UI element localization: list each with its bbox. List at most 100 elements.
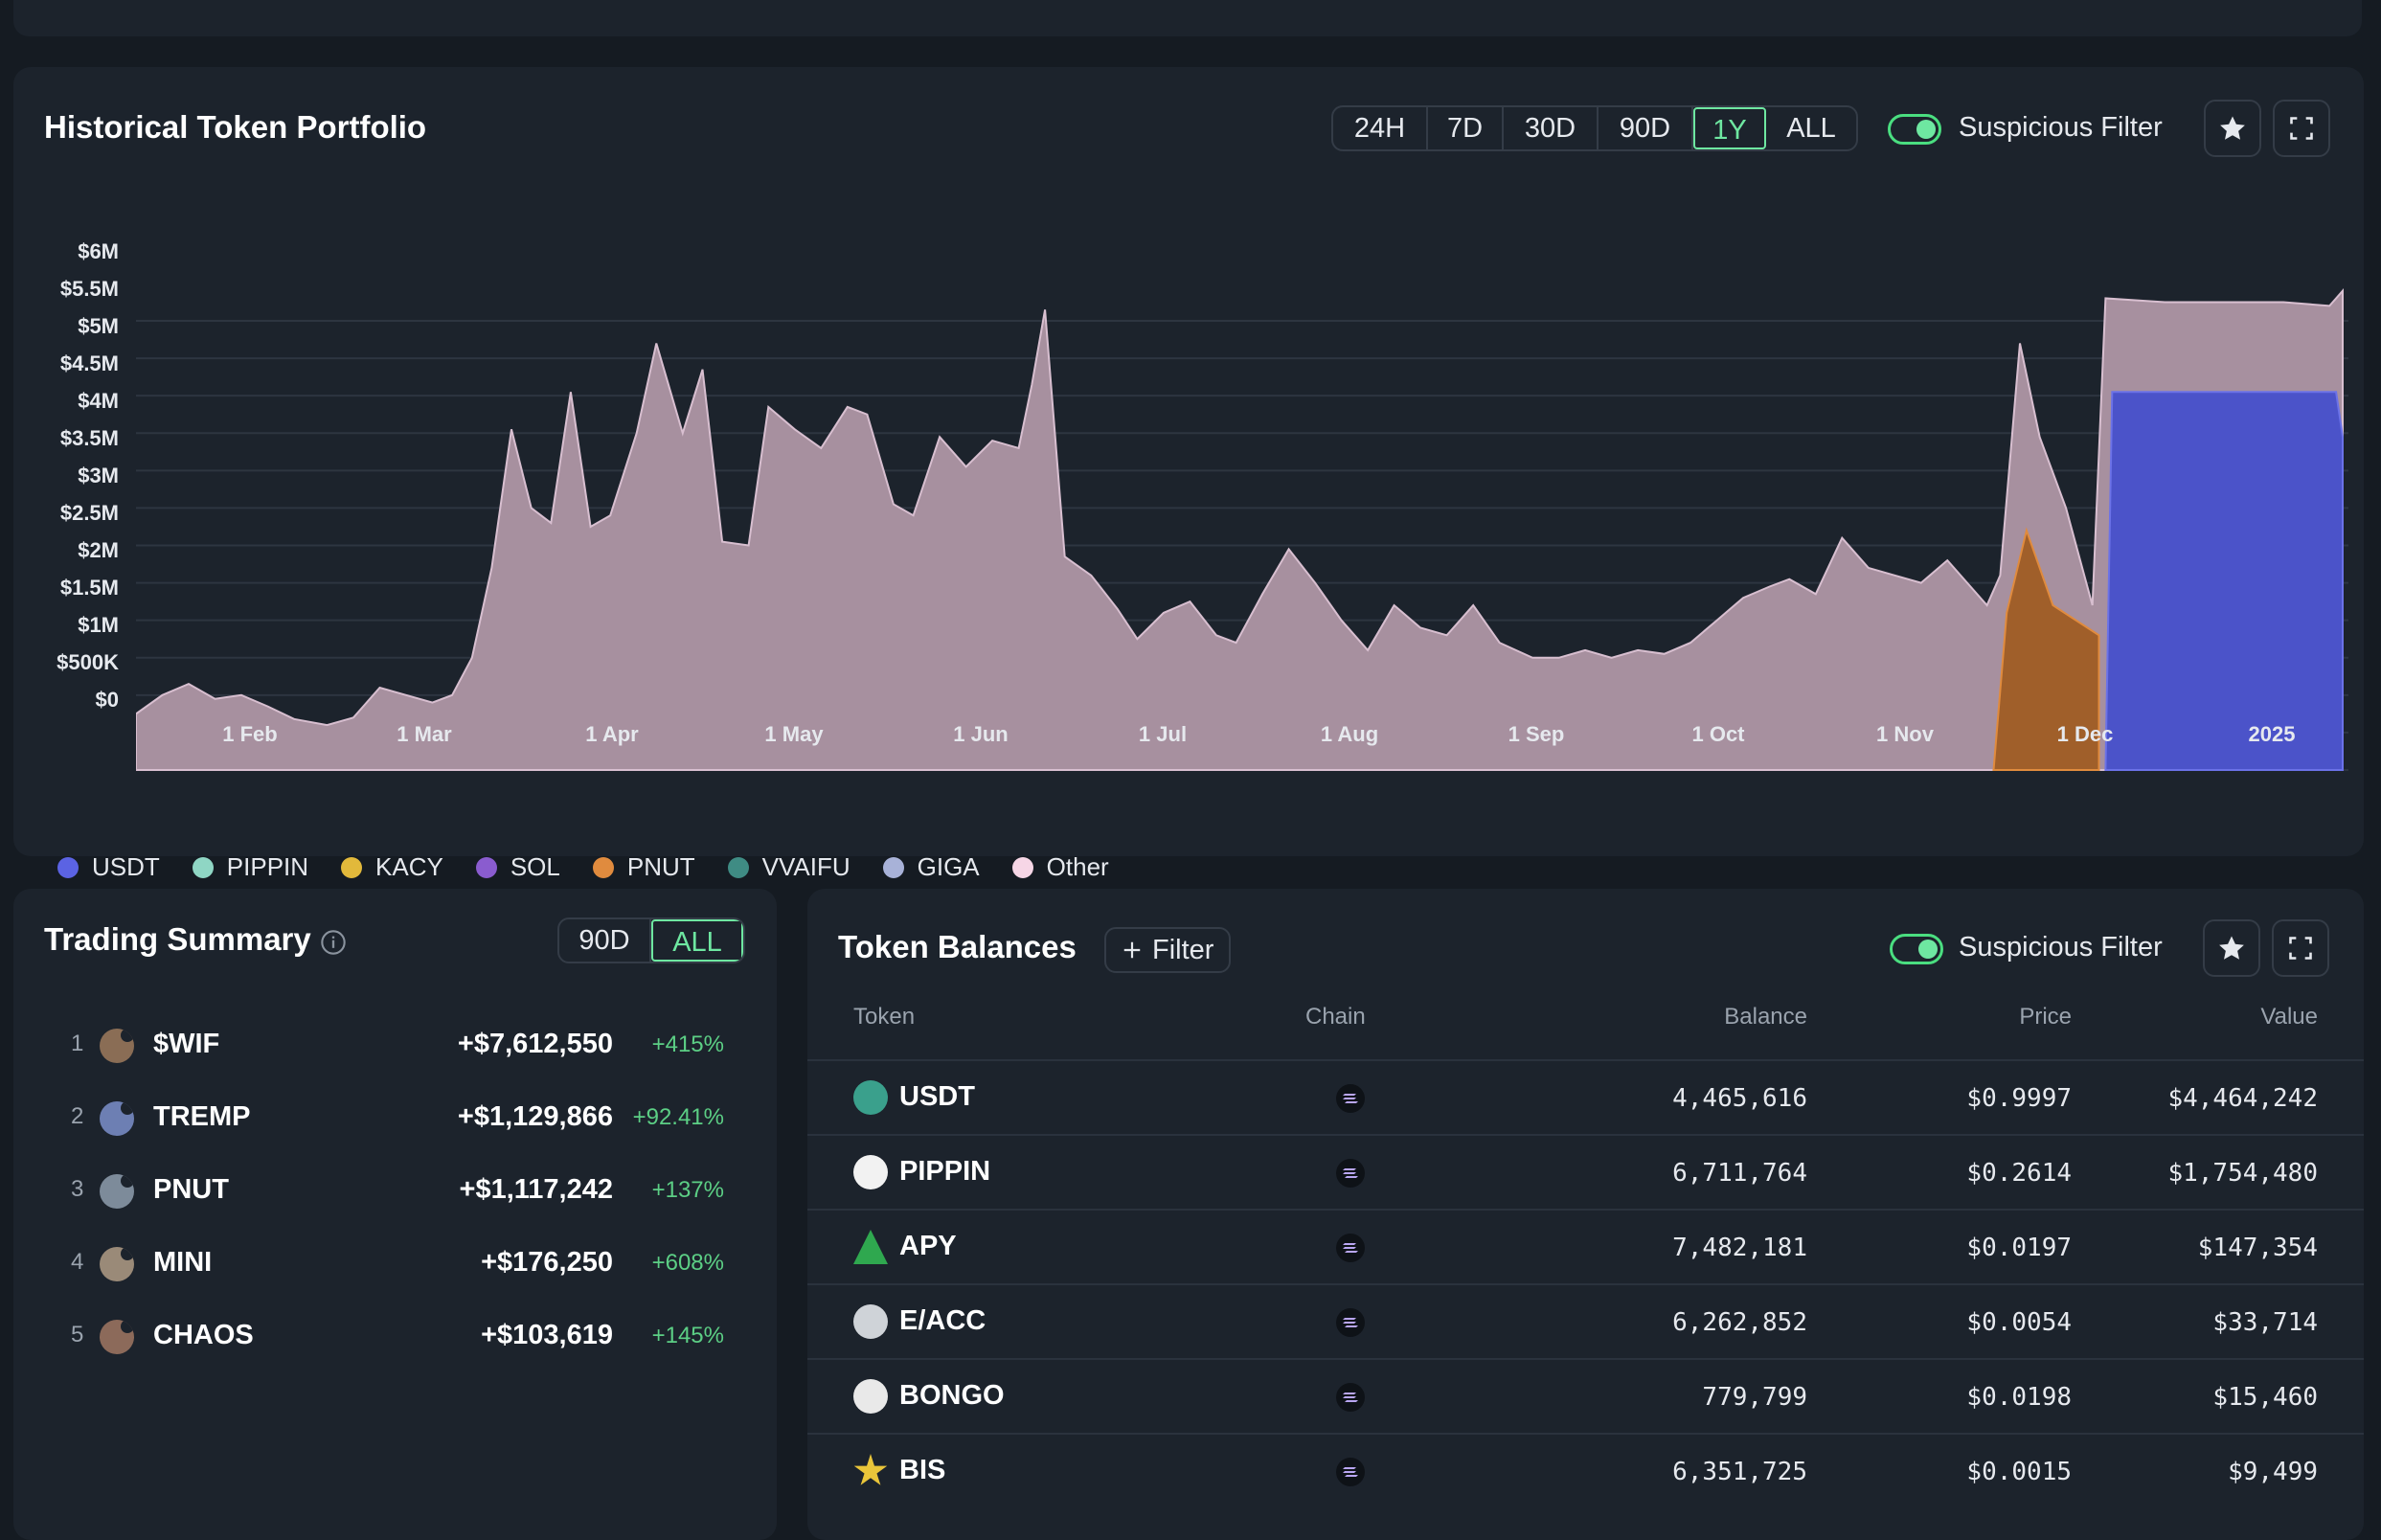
- trading-row[interactable]: 3 PNUT +$1,117,242 +137%: [57, 1165, 743, 1222]
- legend-label: USDT: [92, 852, 160, 881]
- chart-legend: USDT PIPPIN KACY SOL PNUT VVAIFU GIGA Ot…: [57, 852, 1109, 882]
- portfolio-area-chart[interactable]: [136, 220, 2348, 776]
- bis-icon: [853, 1454, 888, 1485]
- suspicious-filter-toggle[interactable]: [1890, 934, 1943, 964]
- top-panel-edge: [13, 0, 2362, 36]
- x-tick: 1 Feb: [222, 722, 278, 746]
- y-tick: $6M: [78, 239, 119, 263]
- portfolio-range-selector: 24H 7D 30D 90D 1Y ALL: [1331, 105, 1858, 151]
- token-name: BONGO: [899, 1380, 1005, 1411]
- legend-dot: [592, 856, 614, 878]
- filter-button[interactable]: Filter: [1104, 927, 1232, 973]
- legend-sol[interactable]: SOL: [475, 852, 560, 882]
- token-name: APY: [899, 1231, 957, 1261]
- solana-icon: [1336, 1234, 1365, 1262]
- token-name: E/ACC: [899, 1305, 986, 1336]
- token-pnl-percent: +145%: [651, 1323, 724, 1348]
- range-7d[interactable]: 7D: [1428, 107, 1504, 149]
- token-price: $0.0054: [1966, 1308, 2072, 1337]
- range-all[interactable]: ALL: [1766, 107, 1856, 149]
- token-pnl: +$7,612,550: [457, 1029, 613, 1059]
- fullscreen-button[interactable]: [2273, 100, 2330, 157]
- expand-icon: [2290, 117, 2313, 140]
- token-price: $0.0015: [1966, 1458, 2072, 1486]
- legend-other[interactable]: Other: [1011, 852, 1109, 882]
- trading-row[interactable]: 2 TREMP +$1,129,866 +92.41%: [57, 1092, 743, 1149]
- favorite-button[interactable]: [2204, 100, 2261, 157]
- column-header-value[interactable]: Value: [2260, 1004, 2318, 1030]
- portfolio-title: Historical Token Portfolio: [44, 109, 427, 145]
- legend-pippin[interactable]: PIPPIN: [192, 852, 309, 882]
- legend-pnut[interactable]: PNUT: [592, 852, 695, 882]
- token-price: $0.2614: [1966, 1159, 2072, 1188]
- token-price: $0.9997: [1966, 1084, 2072, 1113]
- table-row[interactable]: APY 7,482,181 $0.0197 $147,354: [807, 1209, 2364, 1284]
- trading-row[interactable]: 4 MINI +$176,250 +608%: [57, 1237, 743, 1295]
- column-header-token[interactable]: Token: [853, 1004, 915, 1030]
- token-symbol: PNUT: [153, 1174, 229, 1205]
- column-header-chain[interactable]: Chain: [1305, 1004, 1366, 1030]
- tether-icon: [853, 1080, 888, 1115]
- token-pnl: +$176,250: [481, 1247, 613, 1278]
- rank: 1: [71, 1030, 84, 1056]
- legend-giga[interactable]: GIGA: [882, 852, 980, 882]
- x-tick: 1 Mar: [397, 722, 452, 746]
- table-row[interactable]: BONGO 779,799 $0.0198 $15,460: [807, 1358, 2364, 1434]
- trading-summary-panel: Trading Summary 90D ALL 1 $WIF +$7,612,5…: [13, 889, 777, 1540]
- eacc-icon: [853, 1304, 888, 1339]
- y-tick: $5.5M: [59, 277, 119, 301]
- token-value: $15,460: [2212, 1383, 2318, 1412]
- legend-dot: [475, 856, 497, 878]
- info-icon[interactable]: [320, 929, 347, 956]
- token-avatar: [100, 1101, 134, 1136]
- pippin-icon: [853, 1155, 888, 1189]
- expand-icon: [2289, 937, 2312, 960]
- star-icon: [2220, 116, 2245, 140]
- trading-row[interactable]: 5 CHAOS +$103,619 +145%: [57, 1310, 743, 1368]
- fullscreen-button[interactable]: [2272, 919, 2329, 977]
- y-tick: $5M: [78, 314, 119, 338]
- token-balances-panel: Token Balances Filter Suspicious Filter …: [807, 889, 2364, 1540]
- legend-vvaifu[interactable]: VVAIFU: [727, 852, 850, 882]
- x-tick: 2025: [2248, 722, 2296, 746]
- table-row[interactable]: E/ACC 6,262,852 $0.0054 $33,714: [807, 1283, 2364, 1359]
- token-name: PIPPIN: [899, 1156, 991, 1187]
- legend-label: PIPPIN: [226, 852, 309, 881]
- table-row[interactable]: USDT 4,465,616 $0.9997 $4,464,242: [807, 1059, 2364, 1135]
- rank: 2: [71, 1103, 84, 1129]
- solana-icon: [1336, 1383, 1365, 1412]
- legend-usdt[interactable]: USDT: [57, 852, 160, 882]
- series-area-usdt: [2104, 391, 2344, 771]
- trading-summary-title: Trading Summary: [44, 921, 311, 957]
- range-all[interactable]: ALL: [651, 919, 743, 962]
- x-tick: 1 Sep: [1508, 722, 1565, 746]
- suspicious-filter-toggle[interactable]: [1888, 114, 1941, 145]
- range-90d[interactable]: 90D: [1599, 107, 1693, 149]
- trading-row[interactable]: 1 $WIF +$7,612,550 +415%: [57, 1019, 743, 1076]
- column-header-price[interactable]: Price: [2019, 1004, 2072, 1030]
- legend-kacy[interactable]: KACY: [341, 852, 443, 882]
- range-90d[interactable]: 90D: [559, 919, 651, 962]
- range-1y[interactable]: 1Y: [1693, 107, 1766, 149]
- range-24h[interactable]: 24H: [1333, 107, 1428, 149]
- column-header-balance[interactable]: Balance: [1724, 1004, 1807, 1030]
- star-icon: [2219, 936, 2244, 960]
- token-balance: 779,799: [1702, 1383, 1807, 1412]
- rank: 3: [71, 1176, 84, 1202]
- range-30d[interactable]: 30D: [1504, 107, 1599, 149]
- token-balance: 6,351,725: [1672, 1458, 1807, 1486]
- token-balance: 4,465,616: [1672, 1084, 1807, 1113]
- y-tick: $1M: [78, 613, 119, 637]
- legend-label: Other: [1046, 852, 1109, 881]
- favorite-button[interactable]: [2203, 919, 2260, 977]
- x-tick: 1 Jun: [953, 722, 1009, 746]
- table-row[interactable]: PIPPIN 6,711,764 $0.2614 $1,754,480: [807, 1134, 2364, 1210]
- x-tick: 1 Aug: [1320, 722, 1379, 746]
- legend-dot: [57, 856, 79, 878]
- apy-icon: [853, 1230, 888, 1264]
- y-tick: $3.5M: [59, 426, 119, 450]
- legend-dot: [341, 856, 363, 878]
- table-row[interactable]: BIS 6,351,725 $0.0015 $9,499: [807, 1433, 2364, 1508]
- legend-dot: [882, 856, 904, 878]
- x-tick: 1 Dec: [2056, 722, 2114, 746]
